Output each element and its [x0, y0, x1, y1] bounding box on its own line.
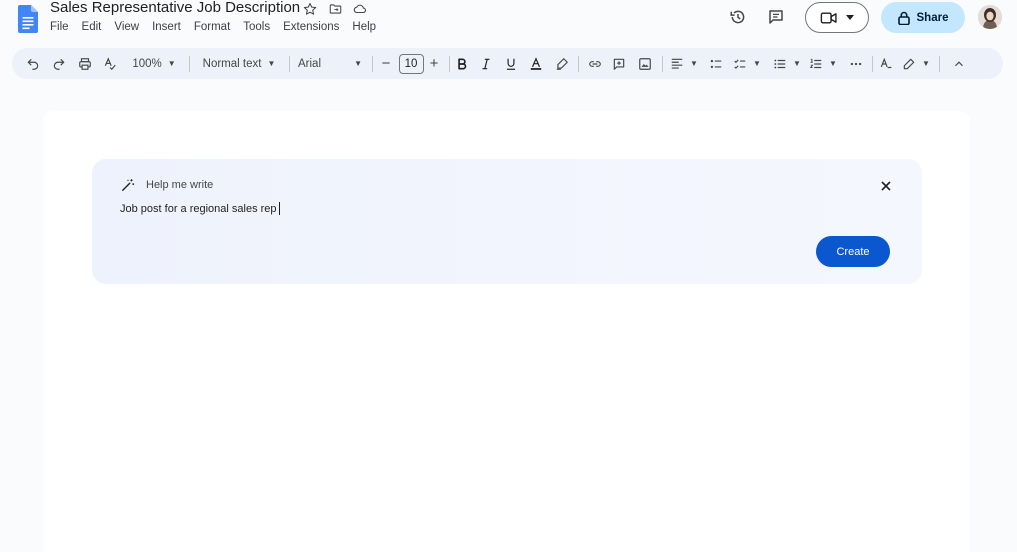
menu-file[interactable]: File: [50, 19, 69, 35]
create-button[interactable]: Create: [816, 236, 890, 267]
numbered-list-icon: [809, 57, 823, 71]
divider: [289, 56, 290, 72]
zoom-select[interactable]: 100% ▼: [128, 48, 180, 79]
help-me-write-title: Help me write: [146, 179, 214, 191]
menu-format[interactable]: Format: [194, 19, 230, 35]
align-left-icon: [670, 57, 684, 71]
text-cursor: [278, 202, 280, 215]
chevron-up-icon[interactable]: [950, 48, 968, 79]
highlight-icon[interactable]: [554, 48, 570, 79]
font-select[interactable]: Arial ▼: [298, 48, 362, 79]
close-icon[interactable]: [879, 179, 893, 193]
menu-view[interactable]: View: [114, 19, 139, 35]
divider: [372, 56, 373, 72]
document-title[interactable]: Sales Representative Job Description: [50, 0, 300, 17]
font-value: Arial: [298, 57, 322, 70]
style-select[interactable]: Normal text ▼: [197, 48, 281, 79]
undo-icon[interactable]: [24, 48, 42, 79]
bulleted-list-menu[interactable]: ▼: [772, 48, 802, 79]
chevron-down-icon: ▼: [922, 59, 930, 68]
bold-icon[interactable]: [454, 48, 470, 79]
numbered-list-menu[interactable]: ▼: [808, 48, 838, 79]
help-me-write-panel: [92, 159, 922, 284]
underline-icon[interactable]: [503, 48, 519, 79]
italic-icon[interactable]: [478, 48, 494, 79]
docs-logo-icon[interactable]: [18, 5, 38, 33]
chevron-down-icon: ▼: [829, 59, 837, 68]
menu-tools[interactable]: Tools: [243, 19, 270, 35]
magic-wand-icon: [121, 178, 135, 192]
font-size-value: 10: [398, 53, 424, 74]
divider: [939, 56, 940, 72]
menu-edit[interactable]: Edit: [82, 19, 102, 35]
video-camera-icon: [820, 11, 838, 25]
divider: [189, 56, 190, 72]
star-icon[interactable]: [302, 1, 318, 17]
increase-font-size-button[interactable]: +: [426, 48, 442, 79]
chevron-down-icon: [846, 14, 854, 21]
checklist-menu[interactable]: ▼: [732, 48, 762, 79]
edit-pencil-menu[interactable]: ▼: [901, 48, 931, 79]
text-color-icon[interactable]: [528, 48, 544, 79]
share-label: Share: [916, 11, 949, 24]
chevron-down-icon: ▼: [267, 59, 276, 68]
bulleted-list-icon: [773, 57, 787, 71]
editing-mode-icon[interactable]: [878, 48, 894, 79]
chevron-down-icon: ▼: [690, 59, 698, 68]
add-comment-icon[interactable]: [611, 48, 627, 79]
menu-extensions[interactable]: Extensions: [283, 19, 339, 35]
formatting-toolbar: 100% ▼ Normal text ▼ Arial ▼ − 10 + ▼ ▼ …: [12, 48, 1003, 79]
move-folder-icon[interactable]: [327, 1, 343, 17]
menu-insert[interactable]: Insert: [152, 19, 181, 35]
divider: [662, 56, 663, 72]
version-history-icon[interactable]: [729, 8, 747, 26]
print-icon[interactable]: [76, 48, 94, 79]
spellcheck-icon[interactable]: [101, 48, 119, 79]
chevron-down-icon: ▼: [753, 59, 761, 68]
title-icons: [302, 1, 368, 17]
style-value: Normal text: [202, 57, 262, 70]
chevron-down-icon: ▼: [167, 59, 176, 68]
more-icon[interactable]: [847, 48, 865, 79]
decrease-font-size-button[interactable]: −: [378, 48, 394, 79]
avatar[interactable]: [978, 5, 1002, 29]
share-button[interactable]: Share: [881, 2, 965, 33]
meet-button[interactable]: [805, 2, 869, 33]
menu-help[interactable]: Help: [352, 19, 376, 35]
align-menu[interactable]: ▼: [669, 48, 699, 79]
menu-bar: File Edit View Insert Format Tools Exten…: [50, 19, 376, 35]
prompt-text: Job post for a regional sales rep: [120, 202, 277, 215]
pencil-icon: [902, 57, 916, 71]
divider: [449, 56, 450, 72]
link-icon[interactable]: [586, 48, 604, 79]
redo-icon[interactable]: [50, 48, 68, 79]
lock-icon: [897, 11, 910, 25]
chevron-down-icon: ▼: [793, 59, 801, 68]
prompt-input[interactable]: Job post for a regional sales rep: [120, 202, 280, 215]
line-spacing-icon[interactable]: [708, 48, 724, 79]
comments-icon[interactable]: [767, 8, 785, 26]
font-size-field[interactable]: 10: [398, 48, 424, 79]
divider: [578, 56, 579, 72]
cloud-saved-icon[interactable]: [352, 1, 368, 17]
divider: [872, 56, 873, 72]
zoom-value: 100%: [132, 57, 162, 70]
checklist-icon: [733, 57, 747, 71]
insert-image-icon[interactable]: [637, 48, 653, 79]
chevron-down-icon: ▼: [354, 59, 362, 68]
